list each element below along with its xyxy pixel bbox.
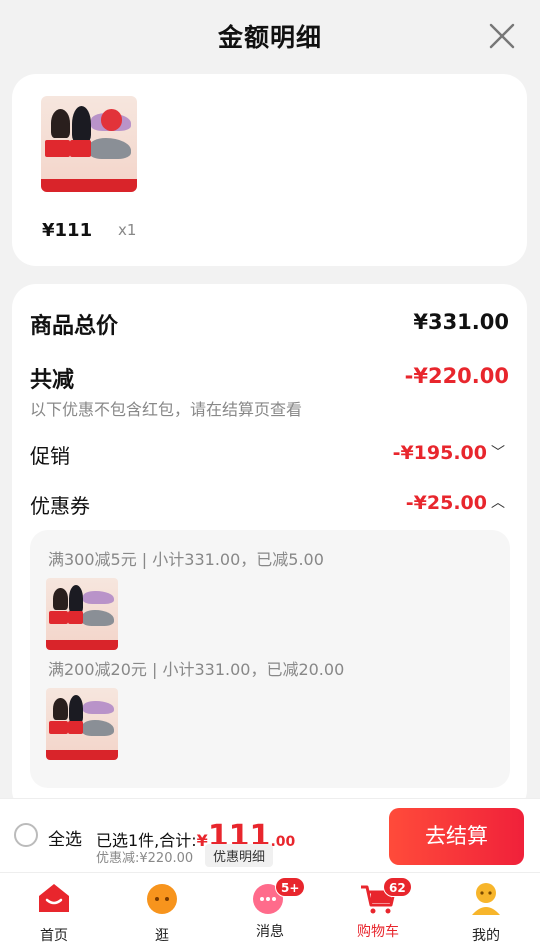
coupon-label: 优惠券 xyxy=(30,494,90,518)
coupon-detail-box: 满300减5元 | 小计331.00，已减5.00 满200减20元 | 小计3… xyxy=(30,530,510,788)
product-image[interactable] xyxy=(41,96,137,192)
product-image-model xyxy=(71,105,91,143)
tab-messages-label: 消息 xyxy=(256,924,284,940)
tab-cart[interactable]: 62 购物车 xyxy=(338,877,418,941)
tab-home-label: 首页 xyxy=(40,928,68,944)
total-price-value: ¥331.00 xyxy=(413,310,509,334)
product-image-badge xyxy=(48,611,68,625)
tab-home[interactable]: 首页 xyxy=(14,881,94,945)
product-image-model xyxy=(50,109,70,139)
cart-icon-wrap: 62 xyxy=(359,877,412,915)
promotion-value: -¥195.00 xyxy=(392,442,487,464)
amount-decimal: .00 xyxy=(270,834,296,850)
product-image-badge xyxy=(48,721,68,735)
product-image-model xyxy=(53,588,68,610)
close-icon[interactable] xyxy=(488,22,516,50)
header: 金额明细 xyxy=(0,0,540,72)
product-price: ¥111 xyxy=(42,220,93,241)
product-image-model xyxy=(69,695,84,723)
total-price-label: 商品总价 xyxy=(30,314,119,339)
profile-icon xyxy=(472,883,500,915)
product-image-band xyxy=(46,639,118,650)
home-icon xyxy=(39,884,69,912)
product-image-shoe xyxy=(82,719,114,736)
select-all-checkbox[interactable] xyxy=(14,823,38,847)
promotion-label: 促销 xyxy=(30,444,70,468)
coupon-rule: 满300减5元 | 小计331.00，已减5.00 xyxy=(48,550,324,569)
product-quantity: x1 xyxy=(118,221,137,239)
messages-icon-wrap: 5+ xyxy=(251,877,306,915)
tab-mine-label: 我的 xyxy=(472,928,500,944)
total-discount-value: -¥220.00 xyxy=(404,364,509,388)
tab-browse[interactable]: 逛 xyxy=(122,881,202,945)
coupon-product-image[interactable] xyxy=(46,688,118,760)
product-image-band xyxy=(46,749,118,760)
product-image-badge xyxy=(67,721,84,735)
chevron-up-icon[interactable]: ︿ xyxy=(491,492,505,512)
discount-summary: 优惠减:¥220.00 xyxy=(96,851,194,866)
product-image-shoe xyxy=(82,609,114,626)
checkout-bar: 全选 已选1件,合计:¥111.00 优惠减:¥220.00 优惠明细 去结算 xyxy=(0,798,540,872)
check-icon xyxy=(100,109,122,131)
product-image-badge xyxy=(67,611,84,625)
price-summary-card: 商品总价 ¥331.00 共减 -¥220.00 以下优惠不包含红包，请在结算页… xyxy=(12,284,527,814)
tab-messages[interactable]: 5+ 消息 xyxy=(230,877,310,941)
discount-detail-button[interactable]: 优惠明细 xyxy=(205,844,274,867)
product-image-badge xyxy=(69,140,91,158)
browse-icon xyxy=(147,884,177,914)
promotion-row[interactable]: -¥195.00 ﹀ xyxy=(393,442,505,464)
tab-mine[interactable]: 我的 xyxy=(446,881,526,945)
page-title: 金额明细 xyxy=(217,23,322,52)
product-card: ¥111 x1 xyxy=(12,74,527,266)
coupon-rule: 满200减20元 | 小计331.00，已减20.00 xyxy=(48,660,345,679)
chevron-down-icon[interactable]: ﹀ xyxy=(491,442,505,462)
discount-note: 以下优惠不包含红包，请在结算页查看 xyxy=(30,400,303,419)
cart-badge: 62 xyxy=(383,877,412,897)
product-image-shoe xyxy=(83,700,114,714)
coupon-product-image[interactable] xyxy=(46,578,118,650)
select-all-label[interactable]: 全选 xyxy=(48,825,82,850)
product-image-badge xyxy=(44,140,70,158)
product-image-shoe xyxy=(83,590,114,604)
product-image-band xyxy=(41,178,137,192)
checkout-button[interactable]: 去结算 xyxy=(389,808,524,865)
total-discount-label: 共减 xyxy=(30,368,75,393)
coupon-value: -¥25.00 xyxy=(405,492,487,514)
tab-browse-label: 逛 xyxy=(155,928,169,944)
product-image-model xyxy=(69,585,84,613)
coupon-row[interactable]: -¥25.00 ︿ xyxy=(406,492,505,514)
tab-cart-label: 购物车 xyxy=(357,924,399,940)
product-image-shoe xyxy=(89,138,132,160)
bottom-tab-bar: 首页 逛 5+ 消息 62 购物车 我的 xyxy=(0,872,540,948)
messages-badge: 5+ xyxy=(275,877,306,897)
product-image-model xyxy=(53,698,68,720)
